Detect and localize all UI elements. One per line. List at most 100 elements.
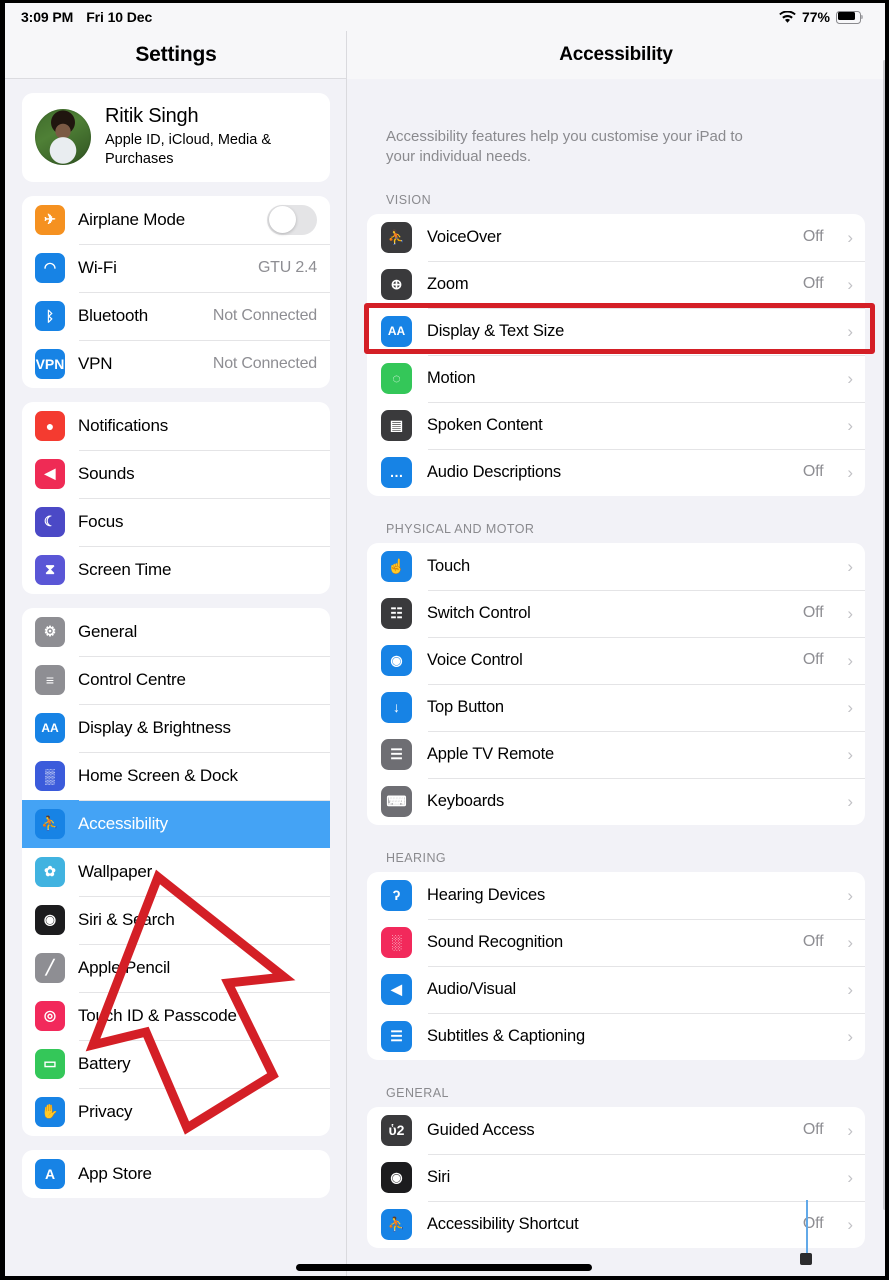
sidebar-item-label: Focus (78, 511, 124, 531)
status-bar: 3:09 PM Fri 10 Dec 77% (5, 3, 885, 31)
siri-orb-icon: ◉ (35, 904, 65, 935)
wifi-icon (779, 10, 796, 23)
section-group-0: ⛹ VoiceOver Off › ⊕ Zoom Off › AA Display & Text … (367, 213, 865, 496)
settings-row-label: Audio/Visual (427, 979, 517, 998)
apple-id-row[interactable]: Ritik Singh Apple ID, iCloud, Media & Pu… (22, 93, 330, 182)
settings-row-display-text-size[interactable]: AA Display & Text Size › (367, 307, 865, 355)
section-group-2: ʔ Hearing Devices › ░ Sound Recognition Off › ◀… (367, 871, 865, 1060)
settings-row-motion[interactable]: ◌ Motion › (367, 354, 865, 402)
settings-row-label: Apple TV Remote (427, 744, 554, 763)
sidebar-item-label: Airplane Mode (78, 209, 186, 229)
settings-row-label: Top Button (427, 697, 504, 716)
section-group-1: ☝ Touch › ☷ Switch Control Off › ◉ Voice Control… (367, 542, 865, 825)
sidebar-item-vpn[interactable]: VPN VPN Not Connected (22, 339, 330, 388)
settings-row-guided-access[interactable]: ὑ2 Guided Access Off › (367, 1107, 865, 1154)
sidebar-item-general[interactable]: ⚙ General (22, 608, 330, 656)
moon-icon: ☾ (35, 506, 65, 537)
sidebar-item-label: Display & Brightness (78, 717, 231, 737)
settings-row-keyboards[interactable]: ⌨ Keyboards › (367, 777, 865, 825)
section-header-physical-and-motor: PHYSICAL AND MOTOR (386, 521, 535, 536)
sidebar-item-label: Battery (78, 1053, 131, 1073)
sidebar-item-wallpaper[interactable]: ✿ Wallpaper (22, 848, 330, 896)
sidebar-item-home-screen-dock[interactable]: ▒ Home Screen & Dock (22, 751, 330, 800)
touch-hand-icon: ☝ (381, 550, 412, 582)
account-name: Ritik Singh (105, 105, 199, 127)
chevron-right-icon: › (847, 1026, 853, 1046)
battery-icon: ▭ (35, 1048, 65, 1079)
home-indicator[interactable] (296, 1264, 592, 1271)
settings-row-zoom[interactable]: ⊕ Zoom Off › (367, 260, 865, 308)
settings-sidebar[interactable]: Settings Ritik Singh Apple ID, iCloud, M… (5, 31, 347, 1276)
sidebar-item-label: Screen Time (78, 559, 172, 579)
settings-row-hearing-devices[interactable]: ʔ Hearing Devices › (367, 872, 865, 919)
sidebar-item-focus[interactable]: ☾ Focus (22, 497, 330, 546)
app-store-icon: A (35, 1158, 65, 1189)
sidebar-item-sounds[interactable]: ◀ Sounds (22, 449, 330, 498)
chevron-right-icon: › (847, 415, 853, 435)
sidebar-item-label: Accessibility (78, 813, 168, 833)
motion-icon: ◌ (381, 362, 412, 394)
settings-row-spoken-content[interactable]: ▤ Spoken Content › (367, 401, 865, 449)
settings-row-audio-descriptions[interactable]: … Audio Descriptions Off › (367, 448, 865, 496)
notifications-bell-icon: ● (35, 410, 65, 441)
text-caret (806, 1200, 808, 1255)
hourglass-icon: ⧗ (35, 554, 65, 585)
section-header-vision: VISION (386, 192, 432, 207)
sidebar-item-app-store[interactable]: A App Store (22, 1150, 330, 1198)
aa-text-icon: AA (381, 315, 412, 347)
sidebar-item-siri-search[interactable]: ◉ Siri & Search (22, 895, 330, 944)
settings-row-voice-control[interactable]: ◉ Voice Control Off › (367, 636, 865, 684)
settings-row-value: Off (802, 604, 824, 622)
sidebar-group-2: ⚙ General ≡ Control Centre AA Display & Brigh… (22, 607, 330, 1136)
accessibility-detail-pane[interactable]: Accessibility Accessibility features hel… (347, 31, 885, 1276)
settings-row-label: Motion (427, 368, 476, 387)
sidebar-group-0: ✈ Airplane Mode ◠ Wi-Fi GTU 2.4 ᛒ Bluetooth Not… (22, 195, 330, 388)
settings-row-voiceover[interactable]: ⛹ VoiceOver Off › (367, 214, 865, 261)
gear-icon: ⚙ (35, 616, 65, 647)
sidebar-item-accessibility[interactable]: ⛹ Accessibility (22, 799, 330, 848)
sidebar-item-label: VPN (78, 353, 113, 373)
settings-row-apple-tv-remote[interactable]: ☰ Apple TV Remote › (367, 730, 865, 778)
sliders-icon: ≡ (35, 664, 65, 695)
chevron-right-icon: › (847, 1214, 853, 1234)
sidebar-item-privacy[interactable]: ✋ Privacy (22, 1087, 330, 1136)
sidebar-item-bluetooth[interactable]: ᛒ Bluetooth Not Connected (22, 291, 330, 340)
settings-row-value: Off (802, 651, 824, 669)
airplane-mode-toggle[interactable] (267, 204, 317, 235)
sidebar-scroll-area[interactable]: Ritik Singh Apple ID, iCloud, Media & Pu… (5, 93, 347, 1198)
settings-row-sound-recognition[interactable]: ░ Sound Recognition Off › (367, 918, 865, 966)
sidebar-item-apple-pencil[interactable]: ╱ Apple Pencil (22, 943, 330, 992)
sidebar-item-airplane-mode[interactable]: ✈ Airplane Mode (22, 196, 330, 244)
settings-row-top-button[interactable]: ↓ Top Button › (367, 683, 865, 731)
sidebar-item-value: Not Connected (212, 306, 317, 324)
settings-row-value: Off (802, 1121, 824, 1139)
settings-row-label: Hearing Devices (427, 885, 546, 904)
settings-row-audio-visual[interactable]: ◀ Audio/Visual › (367, 965, 865, 1013)
vpn-icon: VPN (35, 348, 65, 379)
settings-row-siri[interactable]: ◉ Siri › (367, 1153, 865, 1201)
chevron-right-icon: › (847, 744, 853, 764)
detail-header: Accessibility (347, 31, 885, 79)
section-header-hearing: HEARING (386, 850, 447, 865)
settings-row-label: VoiceOver (427, 227, 502, 246)
sidebar-item-wi-fi[interactable]: ◠ Wi-Fi GTU 2.4 (22, 243, 330, 292)
sidebar-item-label: Privacy (78, 1101, 133, 1121)
settings-row-switch-control[interactable]: ☷ Switch Control Off › (367, 589, 865, 637)
sidebar-item-control-centre[interactable]: ≡ Control Centre (22, 655, 330, 704)
sidebar-item-screen-time[interactable]: ⧗ Screen Time (22, 545, 330, 594)
detail-scroll-area[interactable]: Accessibility features help you customis… (347, 79, 885, 1248)
lock-icon: ὑ2 (381, 1114, 412, 1146)
audio-descriptions-icon: … (381, 456, 412, 488)
sidebar-item-notifications[interactable]: ● Notifications (22, 402, 330, 450)
settings-row-touch[interactable]: ☝ Touch › (367, 543, 865, 590)
sidebar-item-display-brightness[interactable]: AA Display & Brightness (22, 703, 330, 752)
status-bar-right: 77% (779, 9, 885, 25)
settings-row-subtitles-captioning[interactable]: ☰ Subtitles & Captioning › (367, 1012, 865, 1060)
settings-row-accessibility-shortcut[interactable]: ⛹ Accessibility Shortcut Off › (367, 1200, 865, 1248)
settings-row-label: Zoom (427, 274, 469, 293)
sidebar-item-touch-id-passcode[interactable]: ◎ Touch ID & Passcode (22, 991, 330, 1040)
chevron-right-icon: › (847, 697, 853, 717)
section-group-3: ὑ2 Guided Access Off › ◉ Siri › ⛹ Accessibility … (367, 1106, 865, 1248)
sidebar-item-battery[interactable]: ▭ Battery (22, 1039, 330, 1088)
settings-row-label: Display & Text Size (427, 321, 565, 340)
